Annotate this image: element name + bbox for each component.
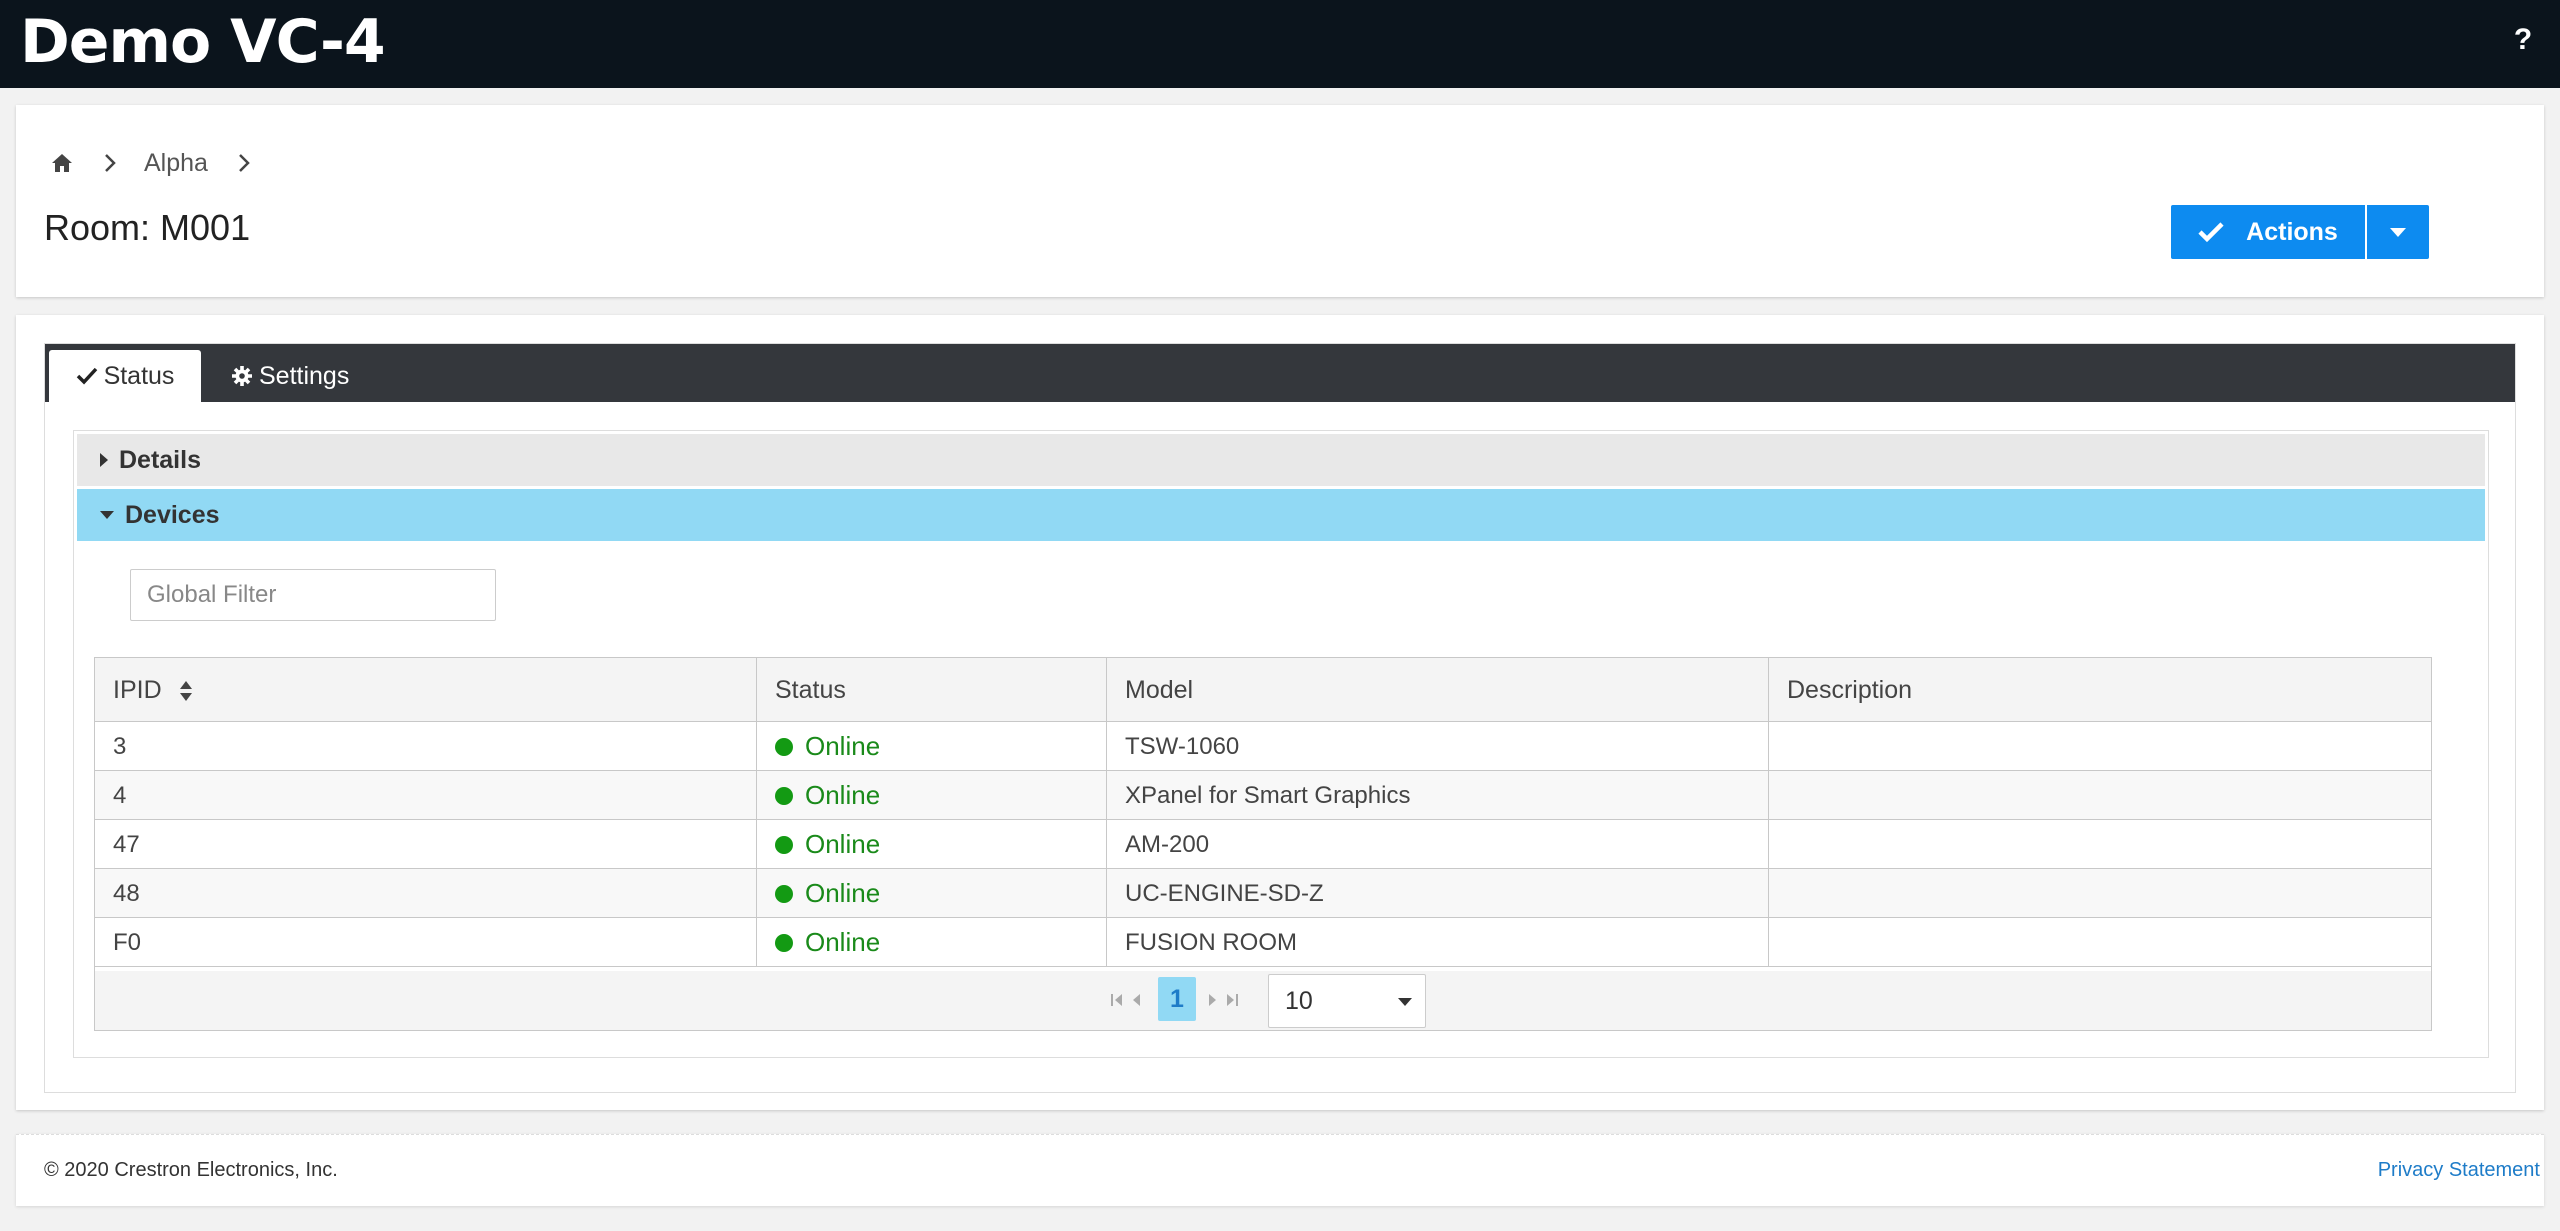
actions-label: Actions	[2246, 217, 2338, 246]
help-button[interactable]: ?	[2508, 22, 2538, 58]
cell-status: Online	[757, 820, 1107, 869]
tab-settings[interactable]: Settings	[231, 350, 349, 402]
caret-down-icon	[100, 511, 114, 519]
check-icon	[2198, 222, 2224, 243]
column-header-ipid-label: IPID	[113, 676, 162, 704]
chevron-right-icon	[105, 154, 116, 172]
cell-model: XPanel for Smart Graphics	[1107, 771, 1769, 820]
tab-bar: Status Settings	[45, 344, 2515, 402]
status-text: Online	[805, 878, 881, 908]
cell-ipid: 48	[95, 869, 757, 918]
cell-status: Online	[757, 722, 1107, 771]
status-text: Online	[805, 829, 881, 859]
privacy-statement-link[interactable]: Privacy Statement	[2378, 1159, 2540, 1182]
actions-dropdown-button[interactable]	[2367, 205, 2429, 259]
status-dot-icon	[775, 836, 793, 854]
table-row[interactable]: F0 Online FUSION ROOM	[95, 918, 2431, 967]
cell-status: Online	[757, 771, 1107, 820]
top-bar: Demo VC-4 ?	[0, 0, 2560, 88]
header-card: Alpha Room: M001 Actions	[16, 105, 2544, 297]
cell-description	[1769, 771, 2431, 820]
status-dot-icon	[775, 885, 793, 903]
status-text: Online	[805, 780, 881, 810]
cell-description	[1769, 820, 2431, 869]
cell-model: TSW-1060	[1107, 722, 1769, 771]
table-header: IPID Status Model Description	[95, 658, 2431, 722]
tab-status-label: Status	[103, 361, 175, 390]
accordion: Details Devices IPID Status	[73, 430, 2489, 1058]
cell-description	[1769, 722, 2431, 771]
cell-description	[1769, 918, 2431, 967]
status-dot-icon	[775, 738, 793, 756]
app-title: Demo VC-4	[20, 7, 386, 77]
accordion-details-label: Details	[119, 445, 201, 474]
previous-page-icon[interactable]	[1126, 987, 1146, 1013]
gear-icon	[232, 366, 252, 386]
copyright-text: © 2020 Crestron Electronics, Inc.	[44, 1159, 338, 1181]
cell-description	[1769, 869, 2431, 918]
cell-ipid: 3	[95, 722, 757, 771]
table-row[interactable]: 4 Online XPanel for Smart Graphics	[95, 771, 2431, 820]
cell-model: FUSION ROOM	[1107, 918, 1769, 967]
cell-ipid: F0	[95, 918, 757, 967]
column-header-status[interactable]: Status	[757, 658, 1107, 722]
caret-right-icon	[100, 453, 108, 467]
chevron-right-icon	[239, 154, 250, 172]
status-text: Online	[805, 731, 881, 761]
home-icon[interactable]	[50, 151, 74, 175]
sort-icon[interactable]	[179, 680, 193, 702]
cell-ipid: 47	[95, 820, 757, 869]
caret-down-icon	[2390, 228, 2406, 237]
breadcrumb: Alpha	[50, 141, 278, 185]
cell-status: Online	[757, 869, 1107, 918]
tab-settings-label: Settings	[259, 361, 350, 390]
actions-split-button: Actions	[2171, 205, 2429, 259]
breadcrumb-item-alpha[interactable]: Alpha	[144, 149, 208, 178]
global-filter-input[interactable]	[130, 569, 496, 621]
actions-button[interactable]: Actions	[2171, 205, 2365, 259]
page-1-button[interactable]: 1	[1158, 977, 1196, 1021]
check-icon	[76, 367, 97, 385]
main-card: Status Settings Details Devices Global F…	[16, 315, 2544, 1110]
next-page-icon[interactable]	[1203, 987, 1223, 1013]
caret-down-icon	[1398, 998, 1412, 1006]
cell-model: AM-200	[1107, 820, 1769, 869]
page-title: Room: M001	[44, 207, 251, 248]
accordion-devices-header[interactable]: Devices	[77, 489, 2485, 541]
table-row[interactable]: 3 Online TSW-1060	[95, 722, 2431, 771]
paginator: 1 10	[95, 971, 2431, 1030]
rows-per-page-value: 10	[1285, 987, 1313, 1015]
status-text: Online	[805, 927, 881, 957]
table-row[interactable]: 47 Online AM-200	[95, 820, 2431, 869]
status-dot-icon	[775, 934, 793, 952]
cell-model: UC-ENGINE-SD-Z	[1107, 869, 1769, 918]
accordion-details-header[interactable]: Details	[77, 434, 2485, 486]
table-row[interactable]: 48 Online UC-ENGINE-SD-Z	[95, 869, 2431, 918]
column-header-model[interactable]: Model	[1107, 658, 1769, 722]
column-header-description[interactable]: Description	[1769, 658, 2431, 722]
last-page-icon[interactable]	[1221, 987, 1241, 1013]
first-page-icon[interactable]	[1108, 987, 1128, 1013]
rows-per-page-select[interactable]: 10	[1268, 974, 1426, 1028]
footer: © 2020 Crestron Electronics, Inc. Privac…	[16, 1134, 2544, 1206]
cell-ipid: 4	[95, 771, 757, 820]
cell-status: Online	[757, 918, 1107, 967]
devices-table: IPID Status Model Description 3 Online T…	[94, 657, 2432, 1031]
tab-view: Status Settings Details Devices Global F…	[44, 343, 2516, 1093]
status-dot-icon	[775, 787, 793, 805]
accordion-devices-label: Devices	[125, 500, 220, 529]
tab-status[interactable]: Status	[49, 350, 201, 402]
column-header-ipid[interactable]: IPID	[95, 658, 757, 722]
